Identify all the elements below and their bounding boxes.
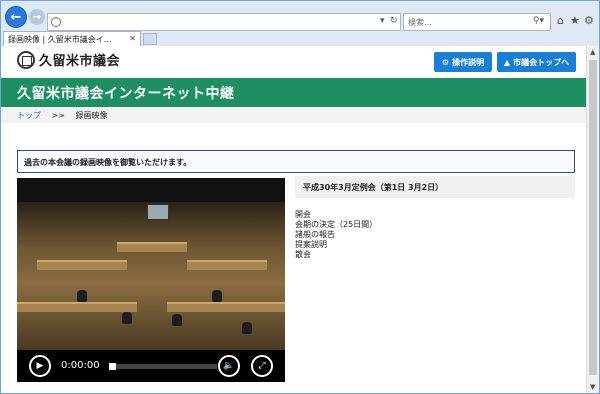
- scroll-down-icon[interactable]: ▼: [590, 383, 595, 391]
- breadcrumb-home-link[interactable]: トップ: [17, 111, 41, 120]
- address-bar[interactable]: ▾ ↻: [47, 13, 401, 31]
- search-placeholder: 検索...: [408, 18, 432, 27]
- home-icon[interactable]: ⌂: [557, 14, 564, 27]
- desk: [17, 302, 137, 312]
- settings-gear-icon[interactable]: ⚙: [584, 14, 594, 27]
- dropdown-icon[interactable]: ▾: [380, 16, 385, 26]
- chart-icon: ▲: [503, 57, 511, 67]
- monitor-screen: [147, 204, 169, 220]
- volume-icon[interactable]: 🔈: [218, 355, 240, 377]
- notice-box: 過去の本会議の録画映像を御覧いただけます。: [17, 150, 575, 173]
- search-box[interactable]: 検索... ⚲▾: [403, 13, 551, 31]
- agenda-list: 開会 会期の決定（25日間） 諸般の報告 提案説明 散会: [295, 210, 377, 260]
- council-top-label: 市議会トップへ: [513, 57, 570, 67]
- person: [77, 290, 87, 302]
- agenda-item[interactable]: 開会: [295, 210, 377, 220]
- video-time: 0:00:00: [61, 360, 100, 371]
- video-player[interactable]: ▶ 0:00:00 🔈 ⤢: [17, 178, 285, 382]
- video-frame: [17, 202, 285, 350]
- favorites-star-icon[interactable]: ★: [570, 14, 580, 27]
- video-controls: ▶ 0:00:00 🔈 ⤢: [17, 350, 285, 382]
- desk: [187, 260, 267, 270]
- tab-title: 録画映像 | 久留米市議会イ...: [8, 35, 112, 44]
- city-emblem-icon: [17, 50, 35, 69]
- page-banner: 久留米市議会インターネット中継: [1, 78, 586, 107]
- agenda-item[interactable]: 散会: [295, 250, 377, 260]
- agenda-item[interactable]: 提案説明: [295, 240, 377, 250]
- gear-icon: ⚙: [441, 57, 450, 67]
- back-arrow-icon[interactable]: ←: [5, 6, 27, 28]
- breadcrumb-separator: >>: [51, 111, 65, 120]
- search-icon[interactable]: ⚲▾: [533, 16, 544, 26]
- breadcrumb: トップ >> 録画映像: [1, 107, 586, 123]
- session-title: 平成30年3月定例会（第1日 3月2日）: [295, 176, 575, 198]
- desk: [117, 242, 187, 252]
- refresh-icon[interactable]: ↻: [390, 16, 398, 26]
- scrollbar-thumb[interactable]: [589, 60, 597, 375]
- scroll-up-icon[interactable]: ▲: [590, 48, 595, 56]
- site-title: 久留米市議会: [39, 54, 121, 69]
- seek-handle[interactable]: [109, 363, 116, 370]
- person: [242, 322, 252, 334]
- forward-arrow-icon[interactable]: →: [29, 9, 45, 25]
- browser-toolbar: ← → ▾ ↻ 検索... ⚲▾ ⌂ ★ ⚙ 録画映像 | 久留米市議会イ...…: [1, 1, 599, 47]
- page-favicon-icon: [51, 17, 61, 27]
- tab-close-icon[interactable]: ✕: [129, 34, 136, 43]
- site-logo[interactable]: 久留米市議会: [17, 50, 120, 69]
- browser-tab[interactable]: 録画映像 | 久留米市議会イ... ✕: [3, 31, 141, 47]
- seek-bar[interactable]: [109, 363, 217, 370]
- council-top-button[interactable]: ▲ 市議会トップへ: [497, 52, 576, 72]
- play-icon[interactable]: ▶: [29, 355, 51, 377]
- fullscreen-icon[interactable]: ⤢: [251, 355, 273, 377]
- vertical-scrollbar[interactable]: ▲ ▼: [586, 46, 599, 393]
- browser-window: ← → ▾ ↻ 検索... ⚲▾ ⌂ ★ ⚙ 録画映像 | 久留米市議会イ...…: [0, 0, 600, 394]
- person: [122, 312, 132, 324]
- breadcrumb-current: 録画映像: [75, 111, 108, 120]
- page-viewport: 久留米市議会 ⚙ 操作説明 ▲ 市議会トップへ 久留米市議会インターネット中継 …: [1, 46, 586, 393]
- agenda-item[interactable]: 諸般の報告: [295, 230, 377, 240]
- person: [212, 290, 222, 302]
- agenda-item[interactable]: 会期の決定（25日間）: [295, 220, 377, 230]
- new-tab-button[interactable]: [143, 33, 157, 45]
- desk: [167, 302, 285, 312]
- help-button-label: 操作説明: [452, 57, 485, 67]
- person: [172, 314, 182, 326]
- desk: [37, 260, 127, 270]
- help-button[interactable]: ⚙ 操作説明: [434, 52, 492, 72]
